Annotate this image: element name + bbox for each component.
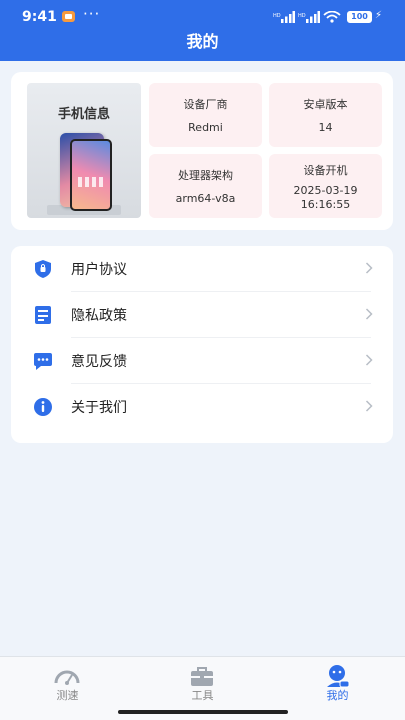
cell-label: 设备开机 bbox=[303, 164, 348, 177]
notification-icon bbox=[62, 11, 75, 22]
tab-mine[interactable]: 我的 bbox=[270, 657, 405, 707]
menu-item-label: 意见反馈 bbox=[71, 354, 127, 370]
menu-item-feedback[interactable]: 意见反馈 bbox=[11, 338, 393, 384]
chevron-right-icon bbox=[365, 308, 373, 320]
cell-signal-icon: HD bbox=[273, 11, 295, 23]
top-header: 9:41 ··· HD HD 100 ⚡ 我的 bbox=[0, 0, 405, 61]
svg-text:HD: HD bbox=[273, 13, 281, 19]
menu-card: 用户协议 隐私政策 意见反馈 关于我们 bbox=[11, 246, 393, 443]
toolbox-icon bbox=[191, 667, 213, 686]
info-cell-boot-time: 设备开机 2025-03-19 16:16:55 bbox=[269, 154, 382, 218]
chevron-right-icon bbox=[365, 262, 373, 274]
tab-tools[interactable]: 工具 bbox=[135, 657, 270, 707]
chevron-right-icon bbox=[365, 354, 373, 366]
info-cell-cpu-arch: 处理器架构 arm64-v8a bbox=[149, 154, 262, 218]
wifi-icon bbox=[323, 11, 341, 23]
status-time: 9:41 bbox=[22, 9, 57, 25]
cell-value: Redmi bbox=[188, 121, 223, 134]
charging-bolt-icon: ⚡ bbox=[375, 10, 383, 21]
page-title: 我的 bbox=[186, 32, 219, 51]
device-info-card: 手机信息 设备厂商 Redmi 安卓版本 14 处理器架构 arm64-v8a … bbox=[11, 72, 393, 230]
menu-item-label: 隐私政策 bbox=[71, 308, 127, 324]
cell-signal-icon-2: HD bbox=[298, 11, 320, 23]
phone-image-title: 手机信息 bbox=[57, 107, 110, 122]
info-cell-manufacturer: 设备厂商 Redmi bbox=[149, 83, 262, 147]
user-icon bbox=[327, 665, 350, 688]
menu-item-about-us[interactable]: 关于我们 bbox=[11, 384, 393, 430]
tab-label: 测速 bbox=[56, 689, 79, 702]
document-icon bbox=[35, 306, 51, 324]
menu-item-privacy-policy[interactable]: 隐私政策 bbox=[11, 292, 393, 338]
tab-label: 我的 bbox=[326, 689, 349, 702]
cell-value: 2025-03-19 16:16:55 bbox=[293, 184, 358, 211]
info-cell-android-version: 安卓版本 14 bbox=[269, 83, 382, 147]
cell-value: 14 bbox=[318, 121, 333, 134]
cell-label: 处理器架构 bbox=[178, 169, 233, 182]
battery-icon: 100 bbox=[347, 11, 372, 23]
tab-label: 工具 bbox=[191, 689, 214, 702]
chevron-right-icon bbox=[365, 400, 373, 412]
shield-icon bbox=[35, 260, 51, 278]
cell-label: 设备厂商 bbox=[183, 98, 228, 111]
cell-label: 安卓版本 bbox=[303, 98, 348, 111]
menu-item-label: 用户协议 bbox=[71, 262, 127, 278]
home-indicator bbox=[118, 710, 288, 714]
chat-icon bbox=[34, 353, 52, 370]
tab-speed-test[interactable]: 测速 bbox=[0, 657, 135, 707]
svg-text:HD: HD bbox=[298, 13, 306, 19]
phone-front-illustration bbox=[70, 139, 112, 211]
menu-item-label: 关于我们 bbox=[71, 400, 127, 416]
menu-item-user-agreement[interactable]: 用户协议 bbox=[11, 246, 393, 292]
cell-value: arm64-v8a bbox=[175, 192, 236, 205]
phone-image: 手机信息 bbox=[27, 83, 141, 218]
info-icon bbox=[34, 398, 52, 416]
more-notifications-icon: ··· bbox=[83, 5, 101, 23]
speedometer-icon bbox=[54, 670, 80, 685]
